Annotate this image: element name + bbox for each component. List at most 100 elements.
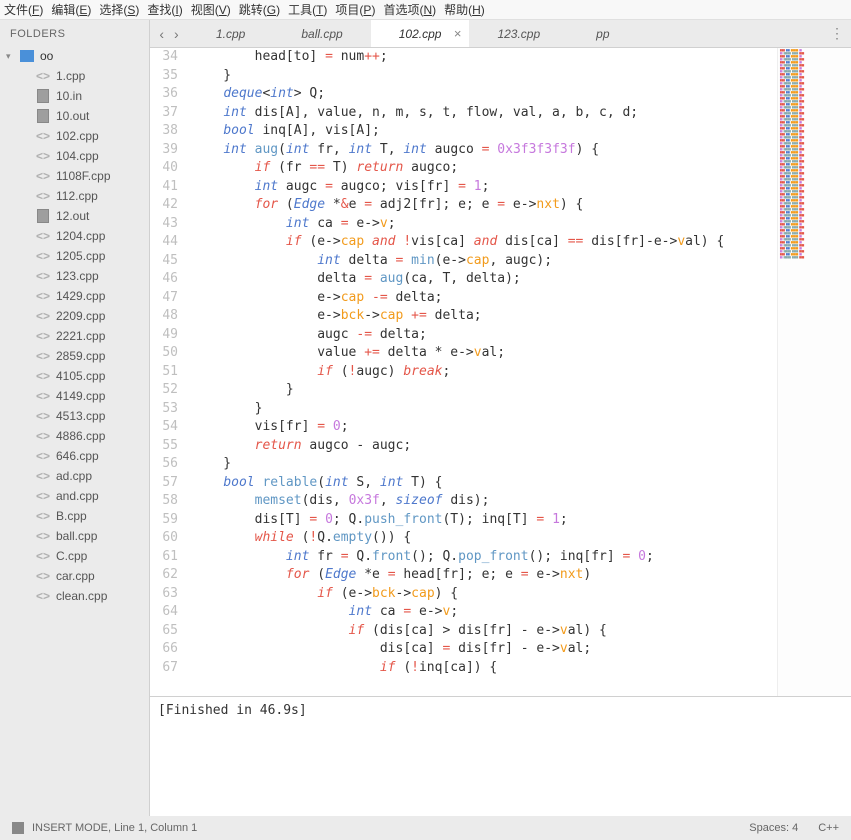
- code-line[interactable]: }: [192, 455, 851, 474]
- sidebar-item[interactable]: <>ad.cpp: [0, 466, 149, 486]
- tab[interactable]: pp: [568, 20, 637, 47]
- sidebar-item[interactable]: 12.out: [0, 206, 149, 226]
- sidebar-item[interactable]: 10.out: [0, 106, 149, 126]
- sidebar-item[interactable]: <>1205.cpp: [0, 246, 149, 266]
- menu-item[interactable]: 文件(F): [4, 1, 43, 18]
- code-line[interactable]: }: [192, 67, 851, 86]
- sidebar-item-label: 4105.cpp: [56, 369, 105, 383]
- code-line[interactable]: if (fr == T) return augco;: [192, 159, 851, 178]
- code-line[interactable]: int ca = e->v;: [192, 215, 851, 234]
- sidebar-item[interactable]: <>4149.cpp: [0, 386, 149, 406]
- sidebar-item[interactable]: <>ball.cpp: [0, 526, 149, 546]
- code-line[interactable]: if (!augc) break;: [192, 363, 851, 382]
- tab[interactable]: ball.cpp: [273, 20, 370, 47]
- code-file-icon: <>: [36, 569, 50, 583]
- code-line[interactable]: dis[T] = 0; Q.push_front(T); inq[T] = 1;: [192, 511, 851, 530]
- code-line[interactable]: if (dis[ca] > dis[fr] - e->val) {: [192, 622, 851, 641]
- menu-item[interactable]: 首选项(N): [383, 1, 436, 18]
- menu-item[interactable]: 编辑(E): [51, 1, 91, 18]
- code-line[interactable]: memset(dis, 0x3f, sizeof dis);: [192, 492, 851, 511]
- code-line[interactable]: return augco - augc;: [192, 437, 851, 456]
- tab-close-icon[interactable]: ×: [454, 26, 462, 41]
- code-line[interactable]: e->bck->cap += delta;: [192, 307, 851, 326]
- line-number: 37: [150, 104, 178, 123]
- code-line[interactable]: e->cap -= delta;: [192, 289, 851, 308]
- sidebar-item[interactable]: <>clean.cpp: [0, 586, 149, 606]
- code-line[interactable]: augc -= delta;: [192, 326, 851, 345]
- sidebar-item[interactable]: <>4886.cpp: [0, 426, 149, 446]
- tab-label: 123.cpp: [497, 27, 540, 41]
- code-line[interactable]: vis[fr] = 0;: [192, 418, 851, 437]
- code-line[interactable]: while (!Q.empty()) {: [192, 529, 851, 548]
- code-file-icon: <>: [36, 349, 50, 363]
- code-line[interactable]: if (!inq[ca]) {: [192, 659, 851, 678]
- sidebar-item[interactable]: <>1.cpp: [0, 66, 149, 86]
- tab-bar: ‹ › 1.cpp ball.cpp102.cpp× 123.cpp pp ⋮: [150, 20, 851, 48]
- sidebar-item[interactable]: <>C.cpp: [0, 546, 149, 566]
- tab-next-icon[interactable]: ›: [174, 26, 179, 42]
- sidebar-item[interactable]: <>104.cpp: [0, 146, 149, 166]
- sidebar-item[interactable]: <>1204.cpp: [0, 226, 149, 246]
- line-number: 61: [150, 548, 178, 567]
- code-line[interactable]: int fr = Q.front(); Q.pop_front(); inq[f…: [192, 548, 851, 567]
- code-line[interactable]: int aug(int fr, int T, int augco = 0x3f3…: [192, 141, 851, 160]
- code-line[interactable]: if (e->cap and !vis[ca] and dis[ca] == d…: [192, 233, 851, 252]
- code-area[interactable]: 3435363738394041424344454647484950515253…: [150, 48, 851, 696]
- minimap[interactable]: ████ ███ ██████ ██ ██ ██████ █████ ████ …: [777, 48, 851, 696]
- menu-item[interactable]: 工具(T): [288, 1, 327, 18]
- tab-nav[interactable]: ‹ ›: [150, 20, 188, 47]
- code-line[interactable]: }: [192, 400, 851, 419]
- menu-item[interactable]: 查找(I): [147, 1, 182, 18]
- menu-item[interactable]: 跳转(G): [239, 1, 280, 18]
- code-line[interactable]: bool relable(int S, int T) {: [192, 474, 851, 493]
- sidebar-item[interactable]: <>112.cpp: [0, 186, 149, 206]
- line-number: 40: [150, 159, 178, 178]
- sidebar-item[interactable]: <>4513.cpp: [0, 406, 149, 426]
- code-line[interactable]: int ca = e->v;: [192, 603, 851, 622]
- sidebar-item[interactable]: <>2859.cpp: [0, 346, 149, 366]
- code-line[interactable]: head[to] = num++;: [192, 48, 851, 67]
- menu-item[interactable]: 帮助(H): [444, 1, 485, 18]
- sidebar-item[interactable]: <>and.cpp: [0, 486, 149, 506]
- sidebar-item[interactable]: <>2209.cpp: [0, 306, 149, 326]
- code-line[interactable]: int delta = min(e->cap, augc);: [192, 252, 851, 271]
- tab[interactable]: 102.cpp×: [371, 20, 470, 47]
- menu-item[interactable]: 选择(S): [99, 1, 139, 18]
- sidebar-item-label: 104.cpp: [56, 149, 99, 163]
- tab[interactable]: 123.cpp: [469, 20, 568, 47]
- tab[interactable]: 1.cpp: [188, 20, 273, 47]
- code-line[interactable]: int dis[A], value, n, m, s, t, flow, val…: [192, 104, 851, 123]
- status-menu-icon[interactable]: [12, 822, 24, 834]
- menu-item[interactable]: 项目(P): [335, 1, 375, 18]
- code-file-icon: <>: [36, 369, 50, 383]
- sidebar-item[interactable]: <>123.cpp: [0, 266, 149, 286]
- code-line[interactable]: deque<int> Q;: [192, 85, 851, 104]
- sidebar-item[interactable]: <>1108F.cpp: [0, 166, 149, 186]
- tab-menu-icon[interactable]: ⋮: [823, 20, 851, 47]
- tab-prev-icon[interactable]: ‹: [159, 26, 164, 42]
- code-line[interactable]: bool inq[A], vis[A];: [192, 122, 851, 141]
- status-syntax[interactable]: C++: [818, 822, 839, 834]
- code-line[interactable]: delta = aug(ca, T, delta);: [192, 270, 851, 289]
- sidebar-folder[interactable]: ▾oo: [0, 46, 149, 66]
- code-line[interactable]: for (Edge *e = head[fr]; e; e = e->nxt): [192, 566, 851, 585]
- menu-item[interactable]: 视图(V): [191, 1, 231, 18]
- sidebar-item[interactable]: <> car.cpp: [0, 566, 149, 586]
- sidebar-item[interactable]: <>102.cpp: [0, 126, 149, 146]
- sidebar-item-label: car.cpp: [56, 569, 95, 583]
- sidebar-item[interactable]: <>2221.cpp: [0, 326, 149, 346]
- sidebar-item[interactable]: <>1429.cpp: [0, 286, 149, 306]
- code-line[interactable]: if (e->bck->cap) {: [192, 585, 851, 604]
- code-line[interactable]: }: [192, 381, 851, 400]
- sidebar-item[interactable]: <> 4105.cpp: [0, 366, 149, 386]
- sidebar-item[interactable]: 10.in: [0, 86, 149, 106]
- sidebar-item[interactable]: <>B.cpp: [0, 506, 149, 526]
- code-line[interactable]: dis[ca] = dis[fr] - e->val;: [192, 640, 851, 659]
- code-lines[interactable]: head[to] = num++; } deque<int> Q; int di…: [192, 48, 851, 696]
- status-spaces[interactable]: Spaces: 4: [749, 822, 798, 834]
- code-line[interactable]: for (Edge *&e = adj2[fr]; e; e = e->nxt)…: [192, 196, 851, 215]
- code-line[interactable]: value += delta * e->val;: [192, 344, 851, 363]
- tab-label: 1.cpp: [216, 27, 245, 41]
- sidebar-item[interactable]: <>646.cpp: [0, 446, 149, 466]
- code-line[interactable]: int augc = augco; vis[fr] = 1;: [192, 178, 851, 197]
